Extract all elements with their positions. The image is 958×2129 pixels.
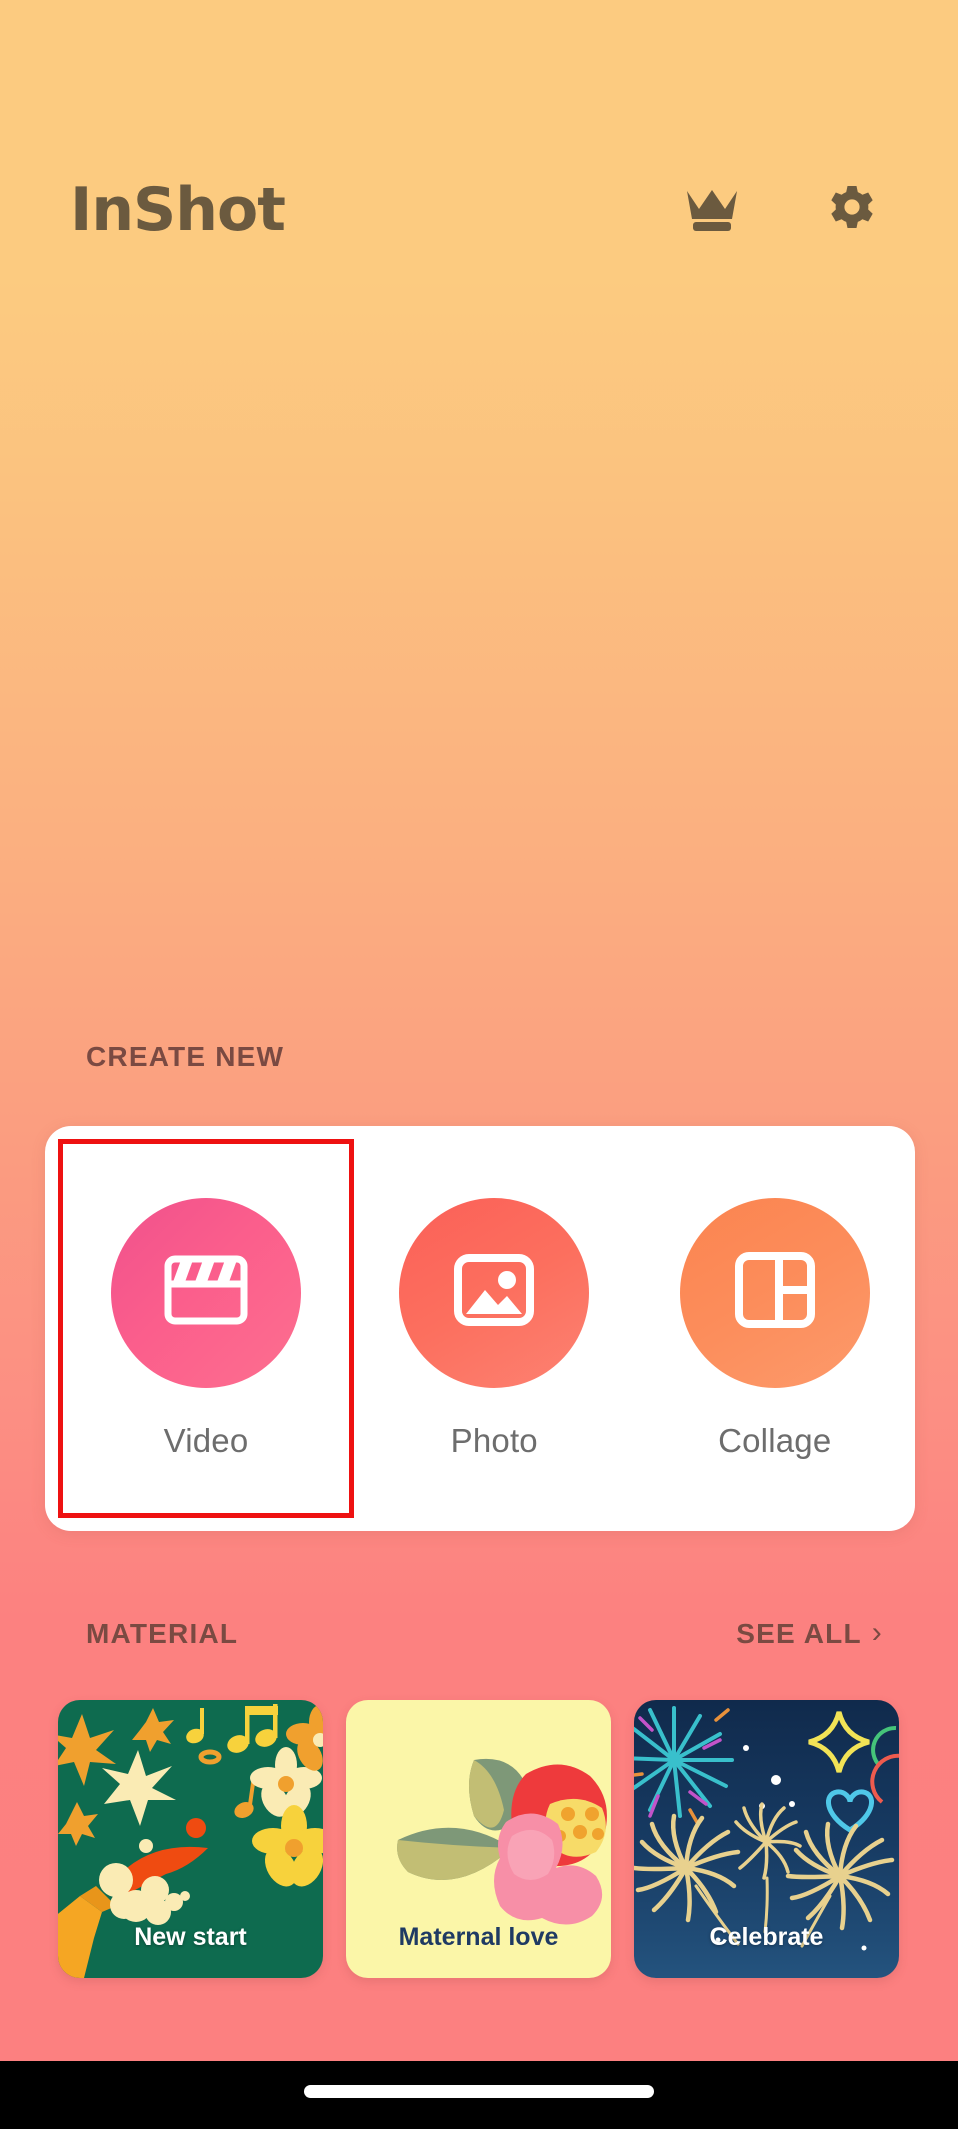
crown-icon — [685, 187, 739, 233]
create-new-section-title: CREATE NEW — [86, 1041, 285, 1072]
video-icon-circle — [111, 1197, 301, 1388]
collage-grid-icon — [733, 1248, 817, 1337]
image-icon — [452, 1248, 536, 1337]
see-all-button[interactable]: SEE ALL › — [736, 1615, 883, 1650]
home-indicator[interactable] — [304, 2085, 654, 2098]
chevron-right-icon: › — [871, 1615, 883, 1649]
material-card-maternal-love[interactable]: Maternal love — [346, 1700, 611, 1978]
app-header: InShot — [0, 160, 958, 260]
collage-icon-circle — [679, 1197, 870, 1388]
material-card-title: Celebrate — [709, 1923, 824, 1951]
gear-icon — [826, 184, 878, 236]
create-tile-label-photo: Photo — [450, 1421, 538, 1459]
system-navigation-bar — [0, 2061, 958, 2129]
app-screen: InShot CREATE NEW Video Photo Collage MA… — [0, 0, 958, 2129]
header-actions — [684, 182, 880, 238]
material-card-row: New start Maternal love Celebrate — [58, 1700, 900, 1980]
crown-button[interactable] — [684, 182, 740, 238]
see-all-label: SEE ALL — [736, 1618, 862, 1649]
create-tile-label-collage: Collage — [718, 1421, 832, 1459]
create-tile-collage[interactable]: Collage — [635, 1126, 916, 1531]
clapperboard-icon — [163, 1250, 249, 1335]
create-new-card: Video Photo Collage — [45, 1126, 915, 1531]
material-card-title: New start — [134, 1923, 247, 1951]
photo-icon-circle — [399, 1197, 590, 1388]
app-logo: InShot — [70, 175, 286, 245]
create-tile-video[interactable]: Video — [58, 1139, 354, 1518]
settings-button[interactable] — [824, 182, 880, 238]
material-card-new-start[interactable]: New start — [58, 1700, 323, 1978]
create-tile-photo[interactable]: Photo — [354, 1126, 635, 1531]
material-card-title: Maternal love — [398, 1923, 559, 1951]
create-tile-label-video: Video — [163, 1421, 249, 1459]
material-section-title: MATERIAL — [86, 1618, 239, 1649]
material-card-celebrate[interactable]: Celebrate — [634, 1700, 899, 1978]
